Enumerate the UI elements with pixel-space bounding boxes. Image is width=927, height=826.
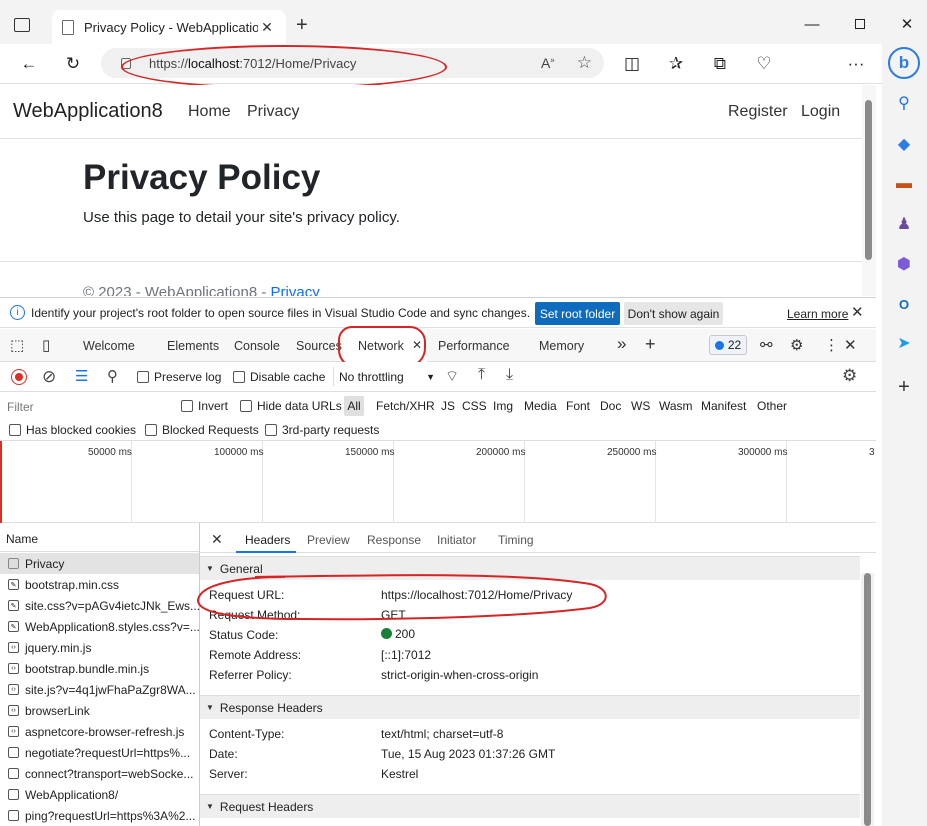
annotation-circle-request-url — [196, 574, 607, 621]
